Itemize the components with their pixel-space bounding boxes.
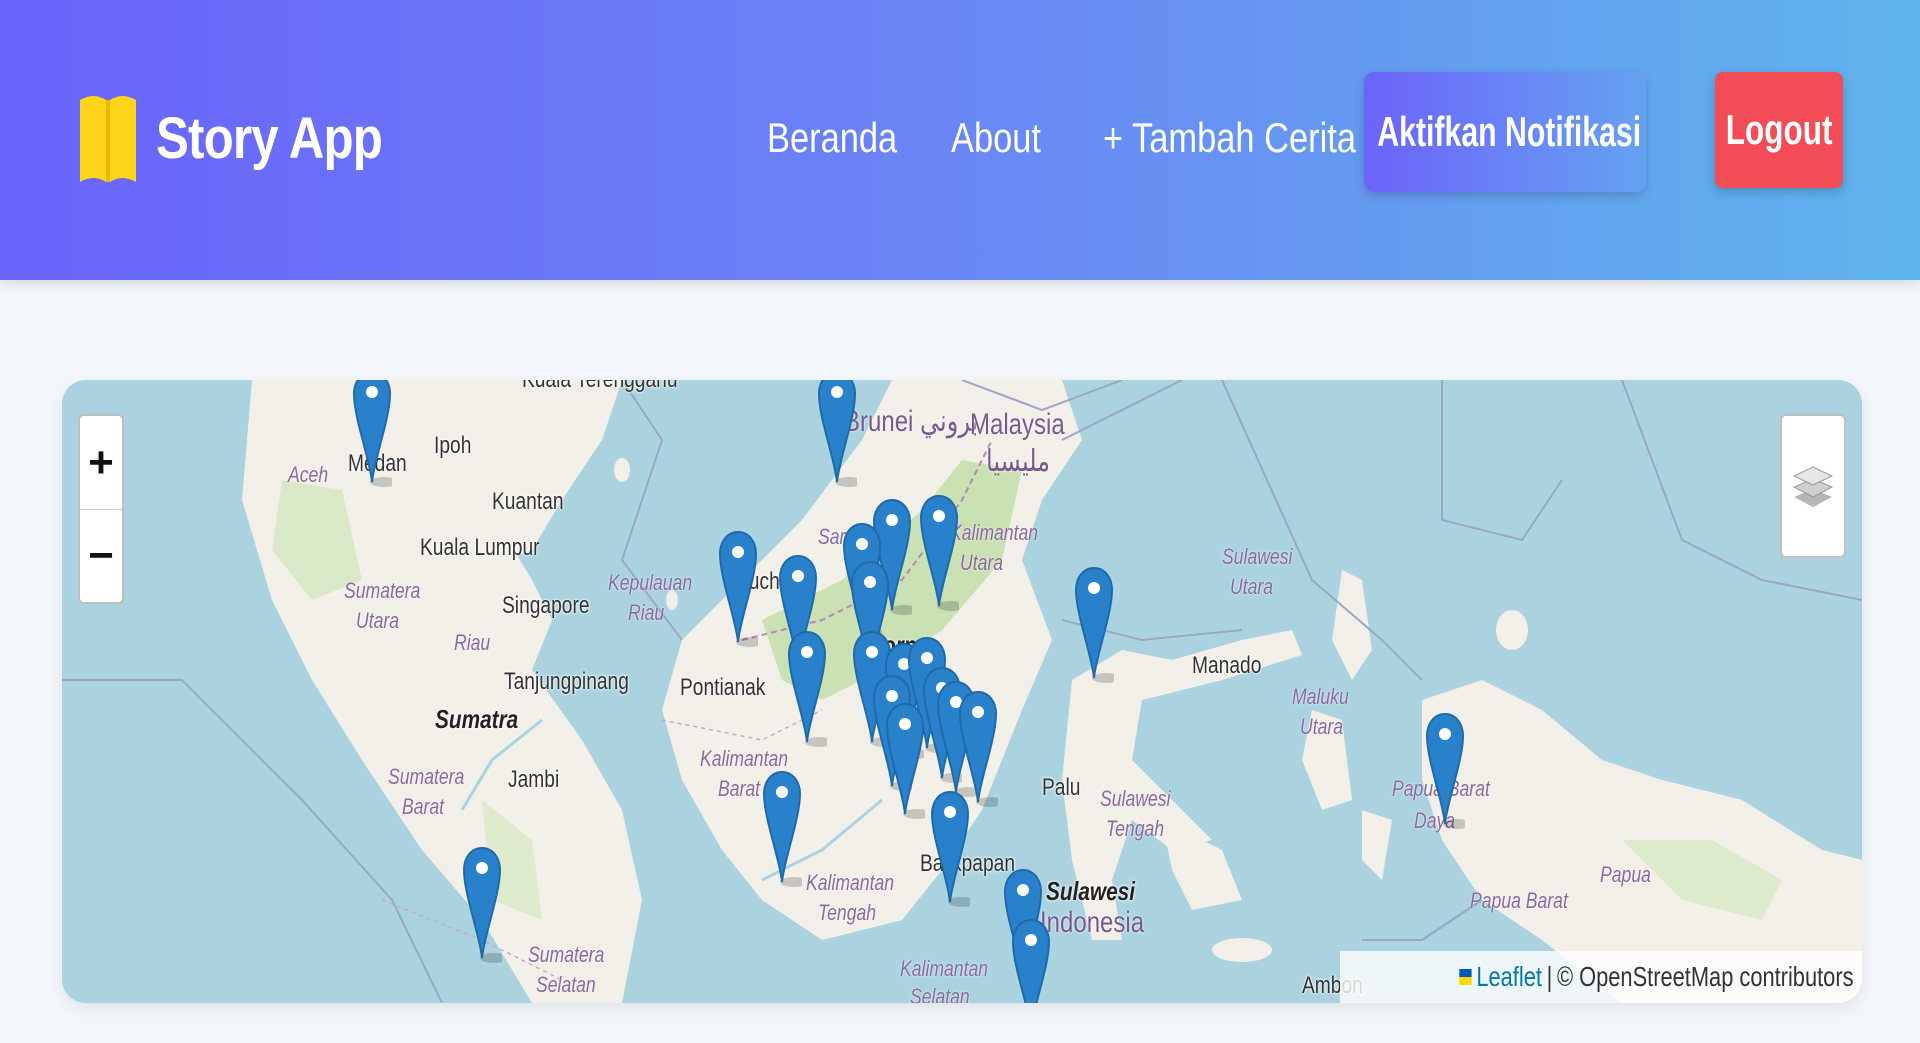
map-label: Sumatera — [344, 578, 421, 603]
brand[interactable]: Story App — [78, 88, 422, 188]
map-pin-icon — [787, 630, 833, 747]
map-label: مليسيا — [986, 445, 1051, 478]
map-pin-icon — [919, 494, 965, 611]
story-location-marker[interactable] — [930, 790, 976, 910]
map-pin-icon — [718, 530, 764, 647]
map-label: Malaysia — [970, 408, 1065, 441]
map-pin-icon — [762, 770, 808, 887]
map-label: Aceh — [288, 462, 329, 487]
layers-control-button[interactable] — [1780, 414, 1846, 558]
story-location-marker[interactable] — [762, 770, 808, 890]
map-label: Kalimantan — [806, 870, 895, 895]
map-label: Sulawesi — [1046, 876, 1136, 906]
attribution-separator: | — [1547, 961, 1553, 992]
map-label: Kuala Lumpur — [420, 534, 540, 561]
enable-notification-label: Aktifkan Notifikasi — [1377, 108, 1641, 155]
map-pin-icon — [885, 702, 931, 819]
story-location-marker[interactable] — [1011, 918, 1051, 1003]
logout-button[interactable]: Logout — [1715, 72, 1843, 188]
map-pin-icon — [1011, 918, 1051, 1003]
nav-about-link[interactable]: About — [951, 114, 1041, 162]
ukraine-flag-icon — [1459, 969, 1473, 985]
map-label: Papua Barat — [1470, 888, 1568, 913]
map-pin-icon — [1074, 566, 1120, 683]
map-pin-icon — [462, 846, 508, 963]
book-logo-icon — [80, 96, 136, 182]
map-label: Singapore — [502, 592, 590, 619]
map-label: Utara — [1230, 574, 1274, 599]
map-attribution: Leaflet | © OpenStreetMap contributors — [1340, 951, 1862, 1003]
map-pin-icon — [1425, 712, 1471, 829]
nav-add-story-link[interactable]: + Tambah Cerita — [1103, 114, 1356, 162]
map-label: Riau — [628, 600, 665, 625]
brand-name: Story App — [156, 105, 383, 171]
map-label: Utara — [356, 608, 400, 633]
map-label: Kuala Terengganu — [522, 380, 678, 394]
story-location-marker[interactable] — [718, 530, 764, 650]
story-location-marker[interactable] — [462, 846, 508, 966]
story-location-marker[interactable] — [352, 380, 398, 490]
map-label: Utara — [960, 550, 1004, 575]
map-label: Kalimantan — [950, 520, 1039, 545]
story-location-marker[interactable] — [885, 702, 931, 822]
leaflet-link[interactable]: Leaflet — [1477, 961, 1543, 993]
map-label: Pontianak — [680, 674, 766, 701]
story-location-marker[interactable] — [1425, 712, 1471, 832]
story-location-marker[interactable] — [1074, 566, 1120, 686]
map-label: Jambi — [508, 766, 560, 793]
map-label: Papua — [1600, 862, 1651, 887]
zoom-in-button[interactable]: + — [80, 416, 122, 509]
map-label: Kalimantan — [700, 746, 789, 771]
map-label: Barat — [718, 776, 761, 801]
zoom-control: + − — [78, 414, 124, 604]
map-label: Kepulauan — [608, 570, 693, 595]
story-location-marker[interactable] — [919, 494, 965, 614]
map-label: Tengah — [818, 900, 877, 925]
map-label: Maluku — [1292, 684, 1349, 709]
map-label: Barat — [402, 794, 445, 819]
map-label: Brunei بروني — [844, 405, 979, 438]
map-label: Utara — [1300, 714, 1344, 739]
map-label: Sumatera — [388, 764, 465, 789]
nav-home-link[interactable]: Beranda — [767, 114, 897, 162]
map-label: Sumatra — [435, 704, 519, 734]
map-pin-icon — [817, 380, 863, 487]
map-label: Selatan — [536, 972, 596, 997]
map-label: Kuantan — [492, 488, 564, 515]
logout-label: Logout — [1725, 106, 1833, 153]
map-label: Kalimantan — [900, 956, 989, 981]
map-label: Ipoh — [434, 432, 472, 459]
map-label: Riau — [454, 630, 491, 655]
map-label: Palu — [1042, 774, 1081, 801]
map-label: Sulawesi — [1100, 786, 1171, 811]
layers-icon — [1792, 466, 1834, 507]
enable-notification-button[interactable]: Aktifkan Notifikasi — [1364, 72, 1646, 192]
map-label: Sulawesi — [1222, 544, 1293, 569]
osm-attribution: © OpenStreetMap contributors — [1557, 961, 1854, 992]
app-header: Story App Beranda About + Tambah Cerita … — [0, 0, 1920, 280]
map-pin-icon — [352, 380, 398, 487]
map-label: Manado — [1192, 652, 1262, 679]
map-label: Tengah — [1106, 816, 1165, 841]
map-label: Sumatera — [528, 942, 605, 967]
zoom-out-button[interactable]: − — [80, 509, 122, 602]
map-label: Tanjungpinang — [504, 668, 629, 695]
story-location-marker[interactable] — [817, 380, 863, 490]
story-location-marker[interactable] — [787, 630, 833, 750]
map-label: Selatan — [910, 984, 970, 1003]
map-label: Indonesia — [1040, 906, 1145, 939]
story-map[interactable]: Kuala Terengganu Aceh Medan Ipoh Kuantan… — [62, 380, 1862, 1003]
map-pin-icon — [930, 790, 976, 907]
